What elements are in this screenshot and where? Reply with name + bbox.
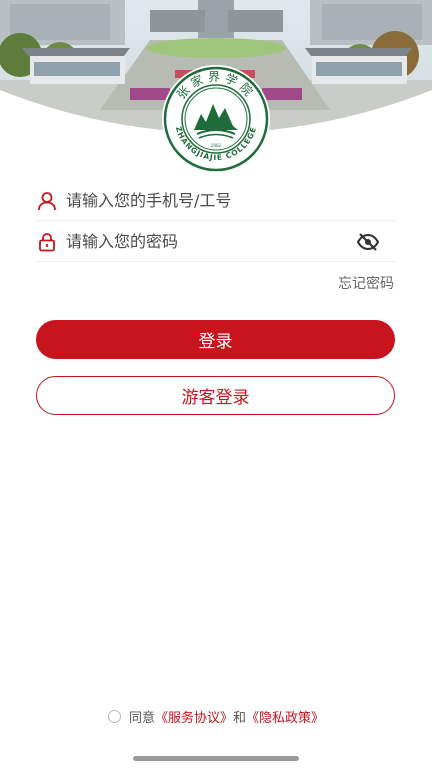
forgot-password-link[interactable]: 忘记密码	[338, 273, 394, 293]
guest-login-button[interactable]: 游客登录	[36, 376, 395, 415]
phone-field[interactable]	[36, 181, 396, 221]
password-input[interactable]	[66, 223, 354, 260]
agree-conjunction: 和	[233, 711, 247, 726]
privacy-policy-link[interactable]: 《隐私政策》	[246, 707, 324, 726]
lock-icon	[36, 231, 58, 253]
service-agreement-link[interactable]: 《服务协议》	[155, 707, 233, 726]
agreement-row: 同意 《服务协议》 和 《隐私政策》	[0, 707, 432, 726]
password-field[interactable]	[36, 222, 396, 262]
phone-input[interactable]	[66, 182, 396, 219]
logo-year: 2002	[211, 143, 222, 148]
agree-radio[interactable]	[107, 710, 121, 723]
login-button[interactable]: 登录	[36, 320, 395, 359]
college-logo: 张家界学院 ZHANGJIAJIE COLLEGE 2002	[161, 64, 271, 174]
user-icon	[36, 190, 58, 212]
home-indicator	[133, 756, 299, 761]
agree-prefix: 同意	[128, 711, 155, 726]
eye-off-icon[interactable]	[354, 228, 382, 256]
